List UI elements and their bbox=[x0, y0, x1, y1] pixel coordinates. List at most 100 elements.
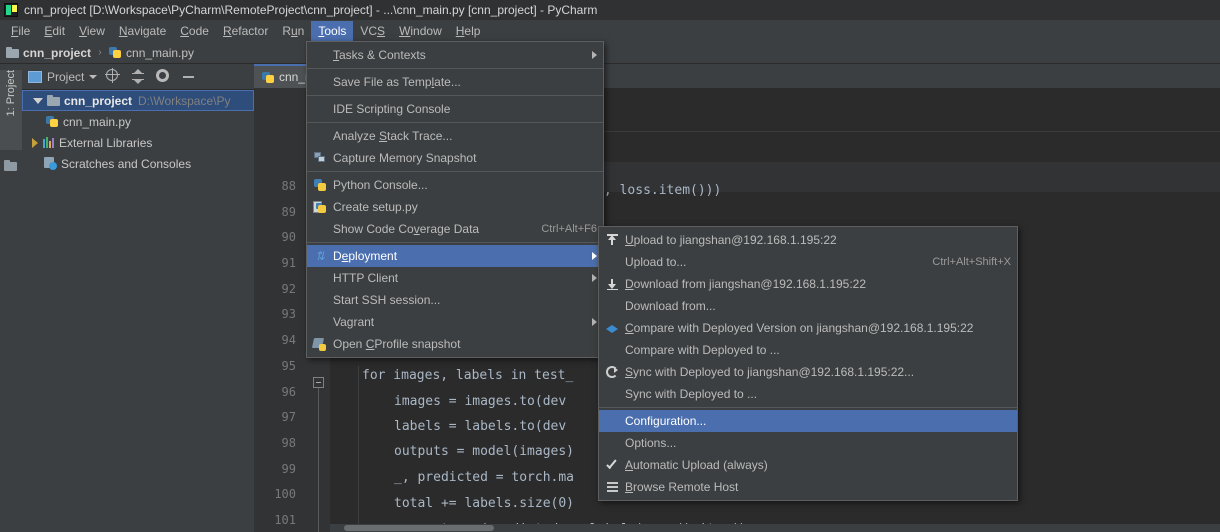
menubar-item-window[interactable]: Window bbox=[392, 21, 449, 41]
scrollbar-thumb[interactable] bbox=[344, 525, 494, 531]
line-number: 99 bbox=[281, 462, 296, 476]
menu-item-vagrant[interactable]: Vagrant bbox=[307, 311, 603, 333]
menubar-item-edit[interactable]: Edit bbox=[37, 21, 72, 41]
menu-item-python-console[interactable]: Python Console... bbox=[307, 174, 603, 196]
tree-node-label: External Libraries bbox=[59, 135, 153, 150]
blank-icon bbox=[603, 435, 621, 451]
menu-item-tasks-contexts[interactable]: Tasks & Contexts bbox=[307, 44, 603, 66]
cprofile-icon bbox=[311, 336, 329, 352]
submenu-item-download-from-dialog[interactable]: Download from... bbox=[599, 295, 1017, 317]
line-number: 91 bbox=[281, 256, 296, 270]
submenu-item-compare-with-deployed-version[interactable]: Compare with Deployed Version on jiangsh… bbox=[599, 317, 1017, 339]
menubar-item-file[interactable]: File bbox=[4, 21, 37, 41]
menu-item-label: IDE Scripting Console bbox=[333, 102, 451, 116]
indent-guide bbox=[358, 366, 359, 532]
pycharm-window: cnn_project [D:\Workspace\PyCharm\Remote… bbox=[0, 0, 1220, 532]
compare-icon bbox=[603, 320, 621, 336]
submenu-item-upload-to-dialog[interactable]: Upload to... Ctrl+Alt+Shift+X bbox=[599, 251, 1017, 273]
submenu-item-sync-with-deployed-to-dialog[interactable]: Sync with Deployed to ... bbox=[599, 383, 1017, 405]
tree-node-label: cnn_main.py bbox=[63, 114, 132, 129]
menubar-item-vcs[interactable]: VCS bbox=[353, 21, 392, 41]
menu-item-shortcut: Ctrl+Alt+F6 bbox=[541, 223, 597, 235]
project-toolbar: Project bbox=[22, 64, 254, 90]
folder-icon bbox=[47, 95, 60, 106]
menu-item-label: Start SSH session... bbox=[333, 293, 441, 307]
submenu-item-label: Configuration... bbox=[625, 414, 707, 428]
structure-folder-icon[interactable] bbox=[4, 160, 17, 171]
submenu-item-browse-remote-host[interactable]: Browse Remote Host bbox=[599, 476, 1017, 498]
python-console-icon bbox=[311, 177, 329, 193]
line-number: 98 bbox=[281, 436, 296, 450]
menu-item-open-cprofile-snapshot[interactable]: Open CProfile snapshot bbox=[307, 333, 603, 355]
menu-separator bbox=[307, 242, 603, 243]
breadcrumb-file-label: cnn_main.py bbox=[126, 45, 195, 60]
blank-icon bbox=[311, 47, 329, 63]
window-title: cnn_project [D:\Workspace\PyCharm\Remote… bbox=[24, 3, 598, 17]
chevron-right-icon[interactable] bbox=[32, 137, 38, 148]
project-panel: Project cnn_project D:\Workspace\Py cnn_… bbox=[22, 64, 255, 532]
menu-item-http-client[interactable]: HTTP Client bbox=[307, 267, 603, 289]
menubar-item-view[interactable]: View bbox=[72, 21, 112, 41]
line-number: 92 bbox=[281, 282, 296, 296]
line-number: 89 bbox=[281, 205, 296, 219]
menu-item-save-file-as-template[interactable]: Save File as Template... bbox=[307, 71, 603, 93]
menu-item-ide-scripting-console[interactable]: IDE Scripting Console bbox=[307, 98, 603, 120]
blank-icon bbox=[311, 314, 329, 330]
line-number: 97 bbox=[281, 410, 296, 424]
menu-item-label: Create setup.py bbox=[333, 200, 418, 214]
chevron-down-icon[interactable] bbox=[89, 74, 98, 79]
tree-node-path: D:\Workspace\Py bbox=[138, 93, 231, 108]
submenu-item-download-from-host[interactable]: Download from jiangshan@192.168.1.195:22 bbox=[599, 273, 1017, 295]
remote-host-icon bbox=[603, 479, 621, 495]
submenu-item-label: Upload to... bbox=[625, 255, 687, 269]
submenu-item-configuration[interactable]: Configuration... bbox=[599, 410, 1017, 432]
menu-item-capture-memory-snapshot[interactable]: Capture Memory Snapshot bbox=[307, 147, 603, 169]
blank-icon bbox=[311, 128, 329, 144]
menu-item-analyze-stack-trace[interactable]: Analyze Stack Trace... bbox=[307, 125, 603, 147]
line-number: 100 bbox=[274, 487, 296, 501]
breadcrumb-project[interactable]: cnn_project bbox=[6, 46, 91, 60]
code-line: total += labels.size(0) bbox=[394, 496, 575, 511]
submenu-arrow-icon bbox=[592, 318, 597, 326]
code-line: _, predicted = torch.ma bbox=[394, 470, 575, 485]
submenu-item-label: Download from... bbox=[625, 299, 716, 313]
menu-item-show-code-coverage-data[interactable]: Show Code Coverage Data Ctrl+Alt+F6 bbox=[307, 218, 603, 240]
line-number: 90 bbox=[281, 230, 296, 244]
tree-node-scratches-and-consoles[interactable]: Scratches and Consoles bbox=[22, 153, 254, 174]
project-view-title[interactable]: Project bbox=[47, 70, 84, 84]
line-number: 95 bbox=[281, 359, 296, 373]
submenu-item-upload-to-host[interactable]: UUpload to jiangshan@192.168.1.195:22plo… bbox=[599, 229, 1017, 251]
settings-icon[interactable] bbox=[156, 68, 172, 85]
submenu-item-sync-with-deployed-to-host[interactable]: Sync with Deployed to jiangshan@192.168.… bbox=[599, 361, 1017, 383]
left-tool-strip: 1: Project bbox=[0, 64, 23, 532]
breadcrumb: cnn_project › cnn_main.py bbox=[0, 42, 1220, 64]
horizontal-scrollbar[interactable] bbox=[330, 524, 1220, 532]
menubar-item-run[interactable]: Run bbox=[275, 21, 311, 41]
tree-node-cnn-project[interactable]: cnn_project D:\Workspace\Py bbox=[22, 90, 254, 111]
tree-node-external-libraries[interactable]: External Libraries bbox=[22, 132, 254, 153]
menubar-item-refactor[interactable]: Refactor bbox=[216, 21, 275, 41]
tree-node-cnn-main-py[interactable]: cnn_main.py bbox=[22, 111, 254, 132]
chevron-down-icon[interactable] bbox=[33, 97, 43, 104]
tool-window-button-project[interactable]: 1: Project bbox=[0, 70, 22, 150]
project-view-icon bbox=[28, 70, 42, 83]
menubar-item-help[interactable]: Help bbox=[449, 21, 488, 41]
menu-item-deployment[interactable]: ⇅ Deployment bbox=[307, 245, 603, 267]
line-number: 96 bbox=[281, 385, 296, 399]
locate-icon[interactable] bbox=[106, 68, 122, 85]
fold-collapse-icon[interactable] bbox=[313, 377, 324, 388]
menubar-item-navigate[interactable]: Navigate bbox=[112, 21, 173, 41]
menu-item-start-ssh-session[interactable]: Start SSH session... bbox=[307, 289, 603, 311]
python-file-icon bbox=[109, 46, 122, 59]
submenu-item-automatic-upload[interactable]: Automatic Upload (always) bbox=[599, 454, 1017, 476]
hide-icon[interactable] bbox=[181, 69, 197, 85]
menubar-item-code[interactable]: Code bbox=[173, 21, 216, 41]
submenu-item-compare-with-deployed-to[interactable]: Compare with Deployed to ... bbox=[599, 339, 1017, 361]
breadcrumb-file[interactable]: cnn_main.py bbox=[109, 46, 194, 60]
collapse-all-icon[interactable] bbox=[131, 68, 147, 85]
menubar-item-tools[interactable]: Tools bbox=[311, 21, 354, 41]
menu-separator bbox=[307, 122, 603, 123]
menu-item-create-setup-py[interactable]: Create setup.py bbox=[307, 196, 603, 218]
blank-icon bbox=[311, 270, 329, 286]
submenu-item-options[interactable]: Options... bbox=[599, 432, 1017, 454]
